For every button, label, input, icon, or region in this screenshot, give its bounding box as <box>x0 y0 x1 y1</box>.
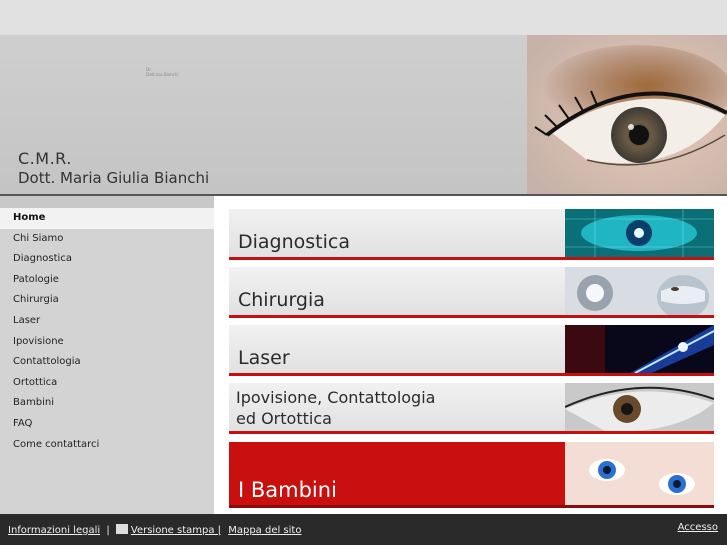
bambini-image <box>565 442 714 508</box>
laser-image <box>565 325 714 376</box>
sidebar-item-chi-siamo[interactable]: Chi Siamo <box>0 229 214 250</box>
brand-title: C.M.R. <box>18 149 72 168</box>
banner-label-chirurgia: Chirurgia <box>238 289 325 311</box>
banner-chirurgia[interactable]: Chirurgia <box>229 267 714 318</box>
banner-ipovisione[interactable]: Ipovisione, Contattologia ed Ortottica <box>229 383 714 434</box>
footer: Informazioni legali | Versione stampa | … <box>0 514 727 545</box>
sidebar-top-strip <box>0 196 214 208</box>
sidebar-item-ipovisione[interactable]: Ipovisione <box>0 332 214 353</box>
header-small-line-2: Dott.ssa Bianchi <box>146 72 179 77</box>
banner-underline <box>229 505 714 508</box>
banner-label-ipovisione: Ipovisione, Contattologia ed Ortottica <box>236 387 435 429</box>
sidebar-item-bambini[interactable]: Bambini <box>0 393 214 414</box>
banner-diagnostica[interactable]: Diagnostica <box>229 209 714 260</box>
footer-separator: | <box>106 525 110 536</box>
sidebar-item-chirurgia[interactable]: Chirurgia <box>0 290 214 311</box>
sitemap-link[interactable]: Mappa del sito <box>228 525 301 536</box>
legal-info-link[interactable]: Informazioni legali <box>8 525 100 536</box>
header-eye-image <box>527 35 727 194</box>
banner-label-laser: Laser <box>238 347 290 369</box>
banner-underline <box>229 431 714 434</box>
sidebar-item-diagnostica[interactable]: Diagnostica <box>0 249 214 270</box>
sidebar-item-faq[interactable]: FAQ <box>0 414 214 435</box>
banner-label-ipovisione-line1: Ipovisione, Contattologia <box>236 388 436 407</box>
sidebar-item-ortottica[interactable]: Ortottica <box>0 373 214 394</box>
sidebar-item-laser[interactable]: Laser <box>0 311 214 332</box>
banner-label-diagnostica: Diagnostica <box>238 231 350 253</box>
diagnostica-image <box>565 209 714 260</box>
banner-underline <box>229 257 714 260</box>
banner-underline <box>229 373 714 376</box>
chirurgia-image <box>565 267 714 318</box>
brand-subtitle: Dott. Maria Giulia Bianchi <box>18 169 210 187</box>
sidebar-item-home[interactable]: Home <box>0 208 214 229</box>
access-link[interactable]: Accesso <box>678 522 718 533</box>
banner-label-bambini: I Bambini <box>238 478 337 502</box>
sidebar-item-contattologia[interactable]: Contattologia <box>0 352 214 373</box>
sidebar-item-come-contattarci[interactable]: Come contattarci <box>0 435 214 456</box>
printer-icon[interactable] <box>115 524 128 534</box>
banner-underline <box>229 315 714 318</box>
header-small-text: Dr. Dott.ssa Bianchi <box>146 67 179 77</box>
footer-links: Informazioni legali | Versione stampa | … <box>8 524 301 536</box>
banner-laser[interactable]: Laser <box>229 325 714 376</box>
site-header: Dr. Dott.ssa Bianchi C.M.R. Dott. Maria … <box>0 35 727 194</box>
banner-bambini[interactable]: I Bambini <box>229 442 714 508</box>
main-content: Diagnostica Chirurgia Laser Ipovisione, … <box>214 196 727 514</box>
print-version-link[interactable]: Versione stampa | <box>131 525 221 536</box>
top-bar <box>0 0 727 35</box>
brand-block: C.M.R. Dott. Maria Giulia Bianchi <box>18 149 209 187</box>
sidebar-nav: Home Chi Siamo Diagnostica Patologie Chi… <box>0 196 214 514</box>
ipovisione-image <box>565 383 714 434</box>
banner-label-ipovisione-line2: ed Ortottica <box>236 409 332 428</box>
sidebar-item-patologie[interactable]: Patologie <box>0 270 214 291</box>
